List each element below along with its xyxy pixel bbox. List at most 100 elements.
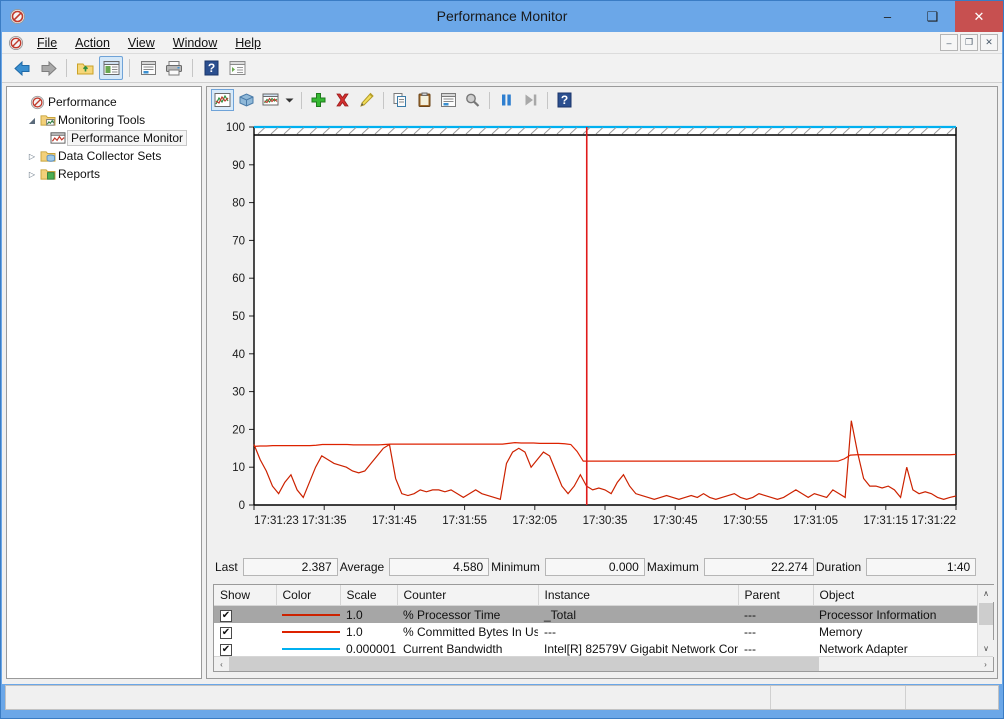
delete-counter-button[interactable]: [331, 89, 354, 111]
view-graph-button[interactable]: [211, 89, 234, 111]
mdi-minimize-button[interactable]: –: [940, 34, 958, 51]
color-swatch-cell: [276, 606, 340, 624]
svg-text:17:31:55: 17:31:55: [442, 515, 487, 527]
magnifier-icon[interactable]: [461, 89, 484, 111]
show-checkbox-cell[interactable]: ✔: [214, 623, 276, 640]
svg-text:?: ?: [561, 93, 568, 107]
clipboard-icon[interactable]: [413, 89, 436, 111]
statistics-bar: Last 2.387 Average 4.580 Minimum 0.000 M…: [213, 557, 993, 577]
svg-text:80: 80: [232, 198, 245, 210]
column-header-show[interactable]: Show: [214, 585, 276, 606]
counter-list[interactable]: Show Color Scale Counter Instance Parent…: [213, 584, 994, 672]
console-tree-pane[interactable]: Performance ◢ Monitoring Tools: [6, 86, 202, 679]
title-bar: Performance Monitor – ❑ ✕: [1, 1, 1003, 32]
pause-icon[interactable]: [495, 89, 518, 111]
graph-toolbar-separator: [489, 92, 490, 109]
performance-chart[interactable]: 010203040506070809010017:31:2317:31:3517…: [209, 115, 994, 535]
mdi-restore-button[interactable]: ❐: [960, 34, 978, 51]
column-header-parent[interactable]: Parent: [738, 585, 813, 606]
menu-item-action[interactable]: Action: [66, 34, 119, 52]
console-tree: Performance ◢ Monitoring Tools: [7, 87, 201, 183]
show-checkbox[interactable]: ✔: [220, 610, 232, 622]
change-graph-type-button[interactable]: [259, 89, 282, 111]
horizontal-scroll-thumb[interactable]: [229, 657, 819, 671]
tree-expander-expand-icon[interactable]: ▷: [25, 152, 39, 161]
parent-cell: ---: [738, 640, 813, 657]
graph-toolbar-separator: [547, 92, 548, 109]
menu-item-file[interactable]: File: [28, 34, 66, 52]
performance-monitor-pane: ? 010203040506070809010017:31:2317:31:35…: [206, 86, 998, 679]
scroll-right-button[interactable]: ›: [978, 657, 993, 671]
highlighter-pen-icon[interactable]: [355, 89, 378, 111]
main-toolbar: ?: [2, 54, 1002, 83]
svg-text:?: ?: [207, 61, 214, 75]
show-checkbox[interactable]: ✔: [220, 627, 232, 639]
column-header-instance[interactable]: Instance: [538, 585, 738, 606]
svg-text:60: 60: [232, 273, 245, 285]
svg-text:17:31:23: 17:31:23: [254, 515, 299, 527]
tree-expander-expand-icon[interactable]: ▷: [25, 170, 39, 179]
table-header-row: Show Color Scale Counter Instance Parent…: [214, 585, 978, 606]
tree-item-performance-monitor[interactable]: Performance Monitor: [11, 129, 201, 147]
parent-cell: ---: [738, 623, 813, 640]
show-checkbox-cell[interactable]: ✔: [214, 606, 276, 624]
menu-item-window[interactable]: Window: [164, 34, 226, 52]
counter-list-horizontal-scrollbar[interactable]: ‹ ›: [214, 656, 993, 671]
tree-item-monitoring-tools[interactable]: ◢ Monitoring Tools: [11, 111, 201, 129]
change-graph-type-dropdown[interactable]: [283, 89, 296, 111]
back-button[interactable]: [10, 56, 34, 80]
show-hide-console-tree-button[interactable]: [99, 56, 123, 80]
menu-item-help[interactable]: Help: [226, 34, 270, 52]
tree-item-label: Monitoring Tools: [56, 113, 145, 127]
table-row[interactable]: ✔ 1.0 % Processor Time _Total --- Proces…: [214, 606, 978, 624]
table-row[interactable]: ✔ 1.0 % Committed Bytes In Use --- --- M…: [214, 623, 978, 640]
tree-item-data-collector-sets[interactable]: ▷ Data Collector Sets: [11, 147, 201, 165]
menu-bar: File Action View Window Help – ❐ ✕: [2, 32, 1002, 54]
forward-button[interactable]: [36, 56, 60, 80]
new-window-button[interactable]: [225, 56, 249, 80]
show-checkbox[interactable]: ✔: [220, 644, 232, 656]
tree-item-performance[interactable]: Performance: [11, 93, 201, 111]
tree-item-label: Data Collector Sets: [56, 149, 161, 163]
column-header-scale[interactable]: Scale: [340, 585, 397, 606]
up-folder-button[interactable]: [73, 56, 97, 80]
tree-expander-collapse-icon[interactable]: ◢: [25, 116, 39, 125]
scroll-down-button[interactable]: ∨: [978, 640, 994, 657]
add-counter-button[interactable]: [307, 89, 330, 111]
print-button[interactable]: [162, 56, 186, 80]
view-current-activity-button[interactable]: [235, 89, 258, 111]
maximize-button[interactable]: ❑: [910, 1, 955, 32]
scroll-left-button[interactable]: ‹: [214, 657, 229, 671]
step-forward-icon[interactable]: [519, 89, 542, 111]
object-cell: Processor Information: [813, 606, 978, 624]
help-question-icon[interactable]: ?: [553, 89, 576, 111]
color-line: [282, 648, 340, 650]
copy-properties-button[interactable]: [389, 89, 412, 111]
minimize-button[interactable]: –: [865, 1, 910, 32]
stat-value-minimum: 0.000: [545, 558, 645, 576]
instance-cell: Intel[R] 82579V Gigabit Network Con...: [538, 640, 738, 657]
column-header-color[interactable]: Color: [276, 585, 340, 606]
counter-list-vertical-scrollbar[interactable]: ∧ ∨: [977, 585, 993, 657]
vertical-scroll-thumb[interactable]: [979, 603, 993, 625]
properties-button[interactable]: [437, 89, 460, 111]
svg-text:17:31:22: 17:31:22: [911, 515, 956, 527]
table-row[interactable]: ✔ 0.000001 Current Bandwidth Intel[R] 82…: [214, 640, 978, 657]
window-controls: – ❑ ✕: [865, 1, 1003, 32]
stat-value-duration: 1:40: [866, 558, 976, 576]
properties-button[interactable]: [136, 56, 160, 80]
status-segment-3: [906, 686, 996, 709]
tree-item-reports[interactable]: ▷ Reports: [11, 165, 201, 183]
tree-item-label: Reports: [56, 167, 100, 181]
horizontal-scroll-track[interactable]: [229, 657, 978, 671]
close-button[interactable]: ✕: [955, 1, 1003, 32]
column-header-object[interactable]: Object: [813, 585, 978, 606]
help-button[interactable]: ?: [199, 56, 223, 80]
mdi-close-button[interactable]: ✕: [980, 34, 998, 51]
show-checkbox-cell[interactable]: ✔: [214, 640, 276, 657]
svg-text:30: 30: [232, 387, 245, 399]
scroll-up-button[interactable]: ∧: [978, 585, 994, 602]
column-header-counter[interactable]: Counter: [397, 585, 538, 606]
menu-item-view[interactable]: View: [119, 34, 164, 52]
svg-text:20: 20: [232, 424, 245, 436]
